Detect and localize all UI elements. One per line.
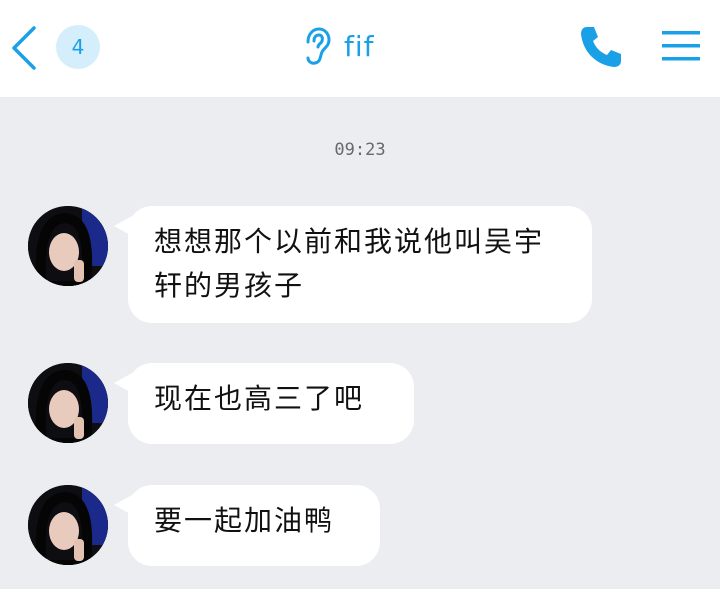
avatar[interactable] <box>28 363 108 443</box>
message-text: 现在也高三了吧 <box>154 382 365 415</box>
back-arrow-icon[interactable] <box>8 24 40 72</box>
bubble-tail <box>114 495 132 515</box>
message-bubble[interactable]: 想想那个以前和我说他叫吴宇轩的男孩子 <box>114 206 592 323</box>
message-text: 想想那个以前和我说他叫吴宇轩的男孩子 <box>154 225 545 302</box>
phone-icon[interactable] <box>578 24 624 70</box>
avatar-image <box>28 206 108 286</box>
message-bubble[interactable]: 要一起加油鸭 <box>114 485 380 566</box>
avatar[interactable] <box>28 485 108 565</box>
chat-title[interactable]: fif <box>300 26 375 66</box>
unread-count-badge[interactable]: 4 <box>56 25 100 69</box>
bubble-tail <box>114 373 132 393</box>
avatar-image <box>28 363 108 443</box>
menu-icon[interactable] <box>662 29 700 63</box>
bubble-tail <box>114 216 132 236</box>
message-bubble[interactable]: 现在也高三了吧 <box>114 363 414 444</box>
avatar[interactable] <box>28 206 108 286</box>
message-timestamp: 09:23 <box>334 140 386 160</box>
avatar-image <box>28 485 108 565</box>
contact-name: fif <box>344 29 375 63</box>
ear-icon <box>306 27 331 65</box>
message-text: 要一起加油鸭 <box>154 504 335 537</box>
chat-header: 4 fif <box>0 0 720 97</box>
